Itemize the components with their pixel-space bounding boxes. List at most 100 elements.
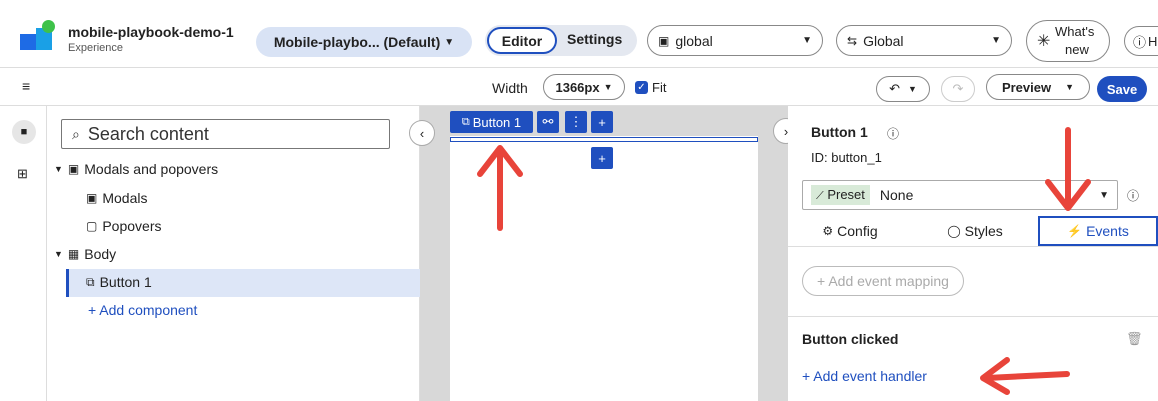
palette-icon: ◯ xyxy=(947,224,961,238)
tab-config[interactable]: ⚙ Config xyxy=(812,216,888,246)
undo-button[interactable]: ↶ ▼ xyxy=(876,76,930,102)
top-bar: mobile-playbook-demo-1 Experience Mobile… xyxy=(0,0,1158,68)
left-rail: ■ ⊞ xyxy=(0,106,47,401)
mode-switch: Editor Settings xyxy=(485,25,637,56)
modal-icon: ▣ xyxy=(86,191,98,205)
tab-editor[interactable]: Editor xyxy=(487,27,557,54)
component-title: Button 1 xyxy=(811,124,868,140)
whats-new-line2: new xyxy=(1065,42,1089,57)
preview-button[interactable]: Preview ▼ xyxy=(986,74,1090,100)
canvas-toolbar: ≡ Width 1366px ▼ ✓ Fit ↶ ▼ ↷ Preview ▼ xyxy=(0,68,1158,106)
width-label: Width xyxy=(492,80,528,96)
tab-events[interactable]: ⚡ Events xyxy=(1038,216,1158,246)
info-icon[interactable]: ⓘ xyxy=(887,125,899,142)
app-subtitle: Experience xyxy=(68,42,124,54)
help-button[interactable]: ⓘ H xyxy=(1124,26,1158,56)
annotation-arrow-down xyxy=(1045,127,1091,211)
button-icon: ⧉ xyxy=(86,274,95,289)
trash-icon[interactable]: 🗑 xyxy=(1126,331,1143,347)
search-input[interactable]: ⌕ Search content xyxy=(61,119,390,149)
redo-button[interactable]: ↷ xyxy=(941,76,975,102)
chevron-down-icon: ▼ xyxy=(907,84,917,94)
scope-dropdown-label: global xyxy=(675,32,713,49)
tab-styles[interactable]: ◯ Styles xyxy=(940,216,1010,246)
tab-label: Events xyxy=(1086,223,1129,239)
add-component-link[interactable]: + Add component xyxy=(88,302,197,318)
fit-checkbox[interactable]: ✓ xyxy=(635,81,648,94)
tab-label: Styles xyxy=(964,223,1003,239)
section-divider xyxy=(788,316,1158,317)
add-event-mapping-button[interactable]: + Add event mapping xyxy=(802,266,964,296)
locale-icon: ⇆ xyxy=(847,33,858,48)
more-icon[interactable]: ⋮ xyxy=(565,111,587,133)
tree-item-modals-popovers[interactable]: ▼ ▣ Modals and popovers xyxy=(54,161,218,177)
wand-icon: ⟋ xyxy=(816,190,824,202)
help-label: H xyxy=(1148,33,1158,49)
tab-label: Config xyxy=(837,223,878,239)
sparkle-icon: ✳ xyxy=(1037,33,1051,50)
help-icon: ⓘ xyxy=(1133,34,1147,50)
chevron-down-icon: ▼ xyxy=(1065,82,1075,92)
search-placeholder: Search content xyxy=(87,123,209,144)
tree-item-label: Modals and popovers xyxy=(84,161,219,177)
menu-icon[interactable]: ≡ xyxy=(22,78,30,94)
preset-badge-label: Preset xyxy=(827,187,865,202)
components-icon[interactable]: ⊞ xyxy=(17,166,28,182)
save-button[interactable]: Save xyxy=(1097,76,1147,102)
selected-component-chip[interactable]: ⧉ Button 1 xyxy=(450,111,533,133)
page-selector[interactable]: Mobile-playbo... (Default) ▼ xyxy=(256,27,472,57)
search-icon: ⌕ xyxy=(72,125,80,142)
collapse-left-button[interactable]: ‹ xyxy=(409,120,435,146)
tree-item-label: Popovers xyxy=(102,218,162,234)
whats-new-button[interactable]: ✳ What's new xyxy=(1026,20,1110,62)
locale-dropdown[interactable]: ⇆ Global ▼ xyxy=(836,25,1012,56)
component-id: ID: button_1 xyxy=(811,150,882,165)
tree-item-label: Body xyxy=(84,246,117,262)
scope-dropdown[interactable]: ▣ global ▼ xyxy=(647,25,823,56)
add-event-handler-link[interactable]: + Add event handler xyxy=(802,368,927,384)
width-value: 1366px xyxy=(555,79,600,95)
preset-badge: ⟋ Preset xyxy=(811,185,870,205)
chevron-left-icon: ‹ xyxy=(419,125,425,141)
tabs-divider xyxy=(788,246,1158,247)
link-icon[interactable]: ⚯ xyxy=(537,111,559,133)
pages-icon[interactable]: ■ xyxy=(12,120,36,144)
tree-item-button-1[interactable]: ⧉ Button 1 xyxy=(86,274,152,290)
add-icon[interactable]: + xyxy=(591,111,613,133)
event-section-title: Button clicked xyxy=(802,331,899,347)
preset-value: None xyxy=(879,187,914,203)
app-name: mobile-playbook-demo-1 xyxy=(68,24,234,40)
chevron-down-icon: ▼ xyxy=(54,249,63,259)
info-icon[interactable]: ⓘ xyxy=(1127,187,1139,204)
chevron-down-icon: ▼ xyxy=(1099,189,1109,201)
chevron-down-icon: ▼ xyxy=(802,35,812,46)
tree-item-label: Modals xyxy=(102,190,148,206)
chevron-down-icon: ▼ xyxy=(54,164,63,174)
lightning-icon: ⚡ xyxy=(1067,224,1083,238)
page-icon: ▣ xyxy=(658,33,670,48)
tree-item-body[interactable]: ▼ ▦ Body xyxy=(54,246,116,262)
app-logo xyxy=(20,20,56,52)
width-select[interactable]: 1366px ▼ xyxy=(543,74,625,100)
chip-label: Button 1 xyxy=(472,114,522,130)
tree-item-popovers[interactable]: ▢ Popovers xyxy=(86,218,162,234)
tree-item-label: Button 1 xyxy=(99,274,152,290)
button-icon: ⧉ xyxy=(461,115,470,128)
container-icon: ▣ xyxy=(67,162,80,176)
whats-new-line1: What's xyxy=(1055,24,1095,39)
chevron-down-icon: ▼ xyxy=(603,82,613,92)
tree-item-modals[interactable]: ▣ Modals xyxy=(86,190,147,206)
preview-label: Preview xyxy=(1001,79,1052,95)
add-below-icon[interactable]: + xyxy=(591,147,613,169)
gear-icon: ⚙ xyxy=(822,224,834,238)
tab-settings[interactable]: Settings xyxy=(567,31,622,47)
layout-icon: ▦ xyxy=(67,247,80,261)
locale-dropdown-label: Global xyxy=(863,32,904,49)
undo-icon: ↶ xyxy=(889,81,900,96)
redo-icon: ↷ xyxy=(952,81,964,96)
annotation-arrow-left xyxy=(980,357,1070,395)
fit-label: Fit xyxy=(652,80,667,95)
chevron-down-icon: ▼ xyxy=(991,35,1001,46)
annotation-arrow-up xyxy=(477,145,523,231)
popover-icon: ▢ xyxy=(86,219,98,233)
